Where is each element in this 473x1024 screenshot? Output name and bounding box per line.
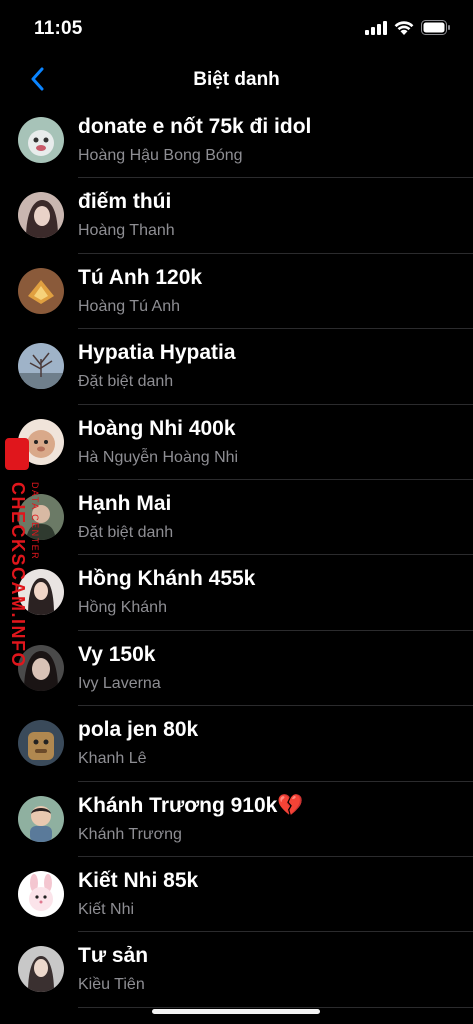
- list-item[interactable]: Kiết Nhi 85k Kiết Nhi: [0, 857, 473, 933]
- divider: [78, 1006, 473, 1008]
- avatar: [18, 267, 64, 314]
- avatar: [18, 946, 64, 993]
- avatar: [18, 870, 64, 917]
- watermark: CHECKSCAM.INFO DATA CENTER: [2, 438, 40, 668]
- watermark-logo-icon: [5, 438, 29, 470]
- nickname: Hoàng Nhi 400k: [78, 416, 236, 440]
- list-item[interactable]: Hoàng Nhi 400k Hà Nguyễn Hoàng Nhi: [0, 405, 473, 480]
- nickname: Kiết Nhi 85k: [78, 868, 199, 892]
- contact-name: Hoàng Thanh: [78, 222, 175, 240]
- battery-icon: [421, 20, 451, 40]
- contact-name: Khánh Trương: [78, 825, 182, 843]
- nickname: Vy 150k: [78, 642, 156, 666]
- contact-name: Kiết Nhi: [78, 900, 135, 918]
- contact-name: Kiều Tiên: [78, 976, 145, 994]
- list-item[interactable]: Hồng Khánh 455k Hồng Khánh: [0, 555, 473, 631]
- contact-name: Đặt biệt danh: [78, 523, 174, 541]
- nickname: pola jen 80k: [78, 718, 199, 742]
- list-item[interactable]: Hạnh Mai Đặt biệt danh: [0, 480, 473, 556]
- contact-name: Ivy Laverna: [78, 674, 161, 692]
- watermark-text: CHECKSCAM.INFO: [8, 482, 28, 668]
- watermark-subtext: DATA CENTER: [30, 482, 40, 561]
- nickname: donate e nốt 75k đi idol: [78, 115, 312, 138]
- list-item[interactable]: điếm thúi Hoàng Thanh: [0, 178, 473, 254]
- list-item[interactable]: Tú Anh 120k Hoàng Tú Anh: [0, 254, 473, 330]
- status-icons: [365, 20, 451, 40]
- list-item[interactable]: Vy 150k Ivy Laverna: [0, 631, 473, 707]
- page-title: Biệt danh: [193, 69, 280, 90]
- signal-icon: [365, 20, 387, 40]
- contact-name: Hoàng Tú Anh: [78, 297, 181, 315]
- list-item[interactable]: pola jen 80k Khanh Lê: [0, 706, 473, 782]
- avatar: [18, 343, 64, 390]
- wifi-icon: [394, 20, 414, 40]
- contact-name: Khanh Lê: [78, 750, 147, 768]
- nickname: Khánh Trương 910k💔: [78, 793, 304, 817]
- avatar: [18, 117, 64, 163]
- list-item[interactable]: donate e nốt 75k đi idol Hoàng Hậu Bong …: [0, 103, 473, 179]
- list-item[interactable]: Hypatia Hypatia Đặt biệt danh: [0, 329, 473, 405]
- avatar: [18, 720, 64, 767]
- nickname: điếm thúi: [78, 190, 172, 214]
- home-indicator[interactable]: [152, 1009, 320, 1014]
- list-item[interactable]: Khánh Trương 910k💔 Khánh Trương: [0, 782, 473, 857]
- contact-name: Đặt biệt danh: [78, 373, 174, 391]
- contact-name: Hà Nguyễn Hoàng Nhi: [78, 448, 239, 466]
- avatar: [18, 192, 64, 239]
- avatar: [18, 795, 64, 842]
- nickname-list: donate e nốt 75k đi idol Hoàng Hậu Bong …: [0, 103, 473, 1008]
- list-item[interactable]: Tư sản Kiều Tiên: [0, 932, 473, 1008]
- nickname: Tú Anh 120k: [78, 265, 203, 289]
- nickname: Hypatia Hypatia: [78, 341, 236, 365]
- status-time: 11:05: [34, 18, 83, 39]
- contact-name: Hoàng Hậu Bong Bóng: [78, 147, 243, 164]
- contact-name: Hồng Khánh: [78, 599, 167, 617]
- navigation-bar: Biệt danh: [0, 56, 473, 104]
- nickname: Tư sản: [78, 944, 149, 968]
- nickname: Hồng Khánh 455k: [78, 567, 256, 591]
- status-bar: 11:05: [0, 0, 473, 56]
- nickname: Hạnh Mai: [78, 491, 172, 515]
